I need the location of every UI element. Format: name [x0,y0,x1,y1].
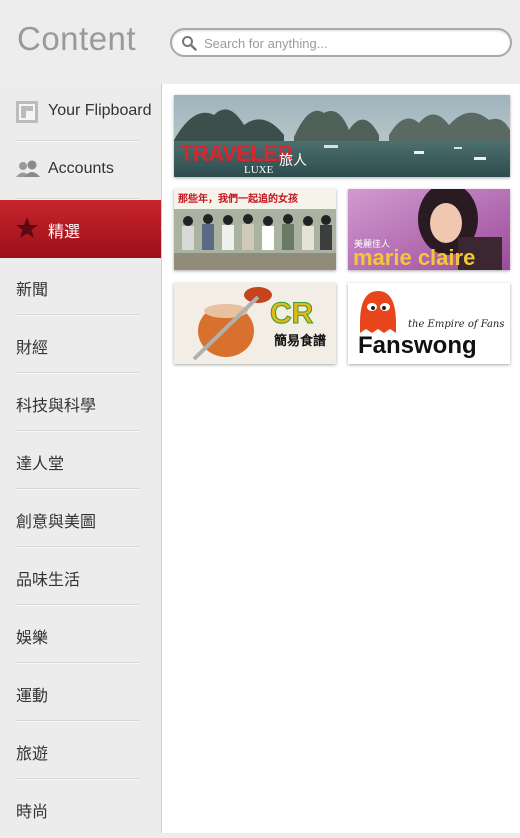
sidebar-item-label: 時尚 [16,804,49,821]
star-icon [16,217,38,238]
tile-fanswong[interactable]: the Empire of Fans Fanswong [348,283,510,364]
sidebar-item-experts[interactable]: 達人堂 [0,432,161,490]
tile-cr-recipes[interactable]: CR 簡易食譜 [174,283,336,364]
traveler-brand: TRAVELER [180,141,294,166]
traveler-luxe-image: TRAVELER LUXE 旅人 [174,95,510,177]
movie-caption: 那些年，我們一起追的女孩 [178,192,298,205]
sidebar-item-label: Accounts [48,160,114,177]
header: Content [0,0,520,84]
sidebar-item-your-flipboard[interactable]: Your Flipboard [0,84,161,142]
fanswong-brand: Fanswong [358,332,477,359]
sidebar-item-news[interactable]: 新聞 [0,258,161,316]
sidebar-item-label: 品味生活 [16,572,81,589]
sidebar-item-featured[interactable]: 精選 [0,200,173,258]
sidebar-item-label: Your Flipboard [48,102,152,119]
sidebar-item-label: 達人堂 [16,456,65,473]
page-title: Content [17,20,137,57]
traveler-sub: LUXE [244,164,274,176]
sidebar-item-travel[interactable]: 旅遊 [0,722,161,780]
accounts-icon [16,160,40,177]
tile-traveler-luxe[interactable]: TRAVELER LUXE 旅人 [174,95,510,177]
sidebar: Your Flipboard Accounts 精選 新聞 財經 科技與科學 達… [0,84,173,833]
sidebar-item-label: 財經 [16,340,49,357]
marie-claire-image: 美麗佳人 marie claire [348,189,510,270]
cr-brand: CR [270,297,314,330]
tile-marie-claire[interactable]: 美麗佳人 marie claire [348,189,510,270]
sidebar-item-label: 精選 [48,224,81,241]
search-box[interactable] [170,28,512,57]
sidebar-item-label: 新聞 [16,282,49,299]
marie-claire-brand: marie claire [353,245,475,270]
sidebar-item-label: 運動 [16,688,49,705]
sidebar-item-fashion[interactable]: 時尚 [0,780,161,838]
sidebar-item-label: 娛樂 [16,630,49,647]
sidebar-item-label: 科技與科學 [16,398,97,415]
sidebar-item-tech-science[interactable]: 科技與科學 [0,374,161,432]
sidebar-item-accounts[interactable]: Accounts [0,142,161,200]
sidebar-item-creative[interactable]: 創意與美圖 [0,490,161,548]
traveler-cjk: 旅人 [279,153,307,169]
sidebar-item-label: 創意與美圖 [16,514,97,531]
sidebar-item-finance[interactable]: 財經 [0,316,161,374]
flipboard-icon [16,101,38,123]
cr-cjk: 簡易食譜 [273,333,326,349]
search-icon [182,36,197,51]
fanswong-tagline: the Empire of Fans [408,319,505,330]
tile-movie[interactable]: 那些年，我們一起追的女孩 [174,189,336,270]
fanswong-image: the Empire of Fans Fanswong [348,283,510,364]
movie-image: 那些年，我們一起追的女孩 [174,189,336,270]
sidebar-item-sports[interactable]: 運動 [0,664,161,722]
search-input[interactable] [202,33,501,54]
sidebar-item-entertainment[interactable]: 娛樂 [0,606,161,664]
cr-recipes-image: CR 簡易食譜 [174,283,336,364]
content-grid: TRAVELER LUXE 旅人 那些年，我們一起追的女孩 美麗佳人 marie… [162,84,520,833]
sidebar-item-lifestyle[interactable]: 品味生活 [0,548,161,606]
sidebar-item-label: 旅遊 [16,746,49,763]
